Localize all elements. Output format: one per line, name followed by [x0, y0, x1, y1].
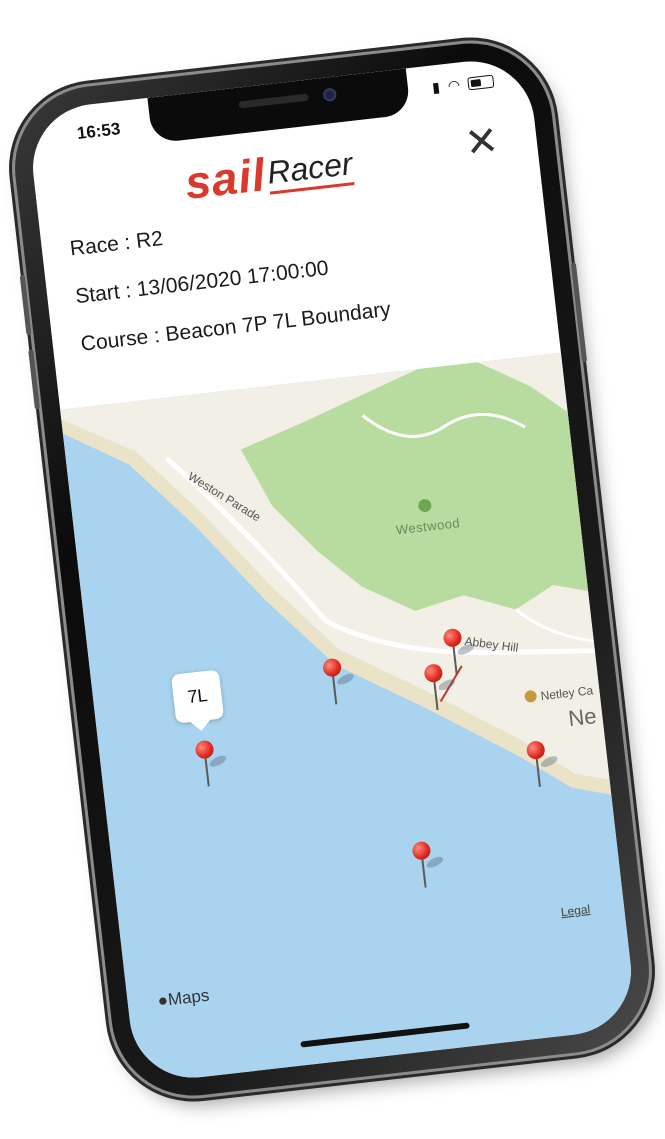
volume-up-button: [19, 274, 32, 336]
screen: 16:53 ▮ ◠ ✕ sail Racer Race : R2 Start :…: [26, 54, 638, 1085]
battery-icon: [467, 74, 495, 91]
status-icons: ▮ ◠: [431, 73, 495, 97]
race-name: Race : R2: [68, 227, 165, 261]
status-time: 16:53: [75, 119, 122, 144]
volume-down-button: [28, 349, 40, 410]
signal-icon: ▮: [431, 78, 441, 96]
race-info: Race : R2 Start : 13/06/2020 17:00:00 Co…: [69, 202, 395, 380]
race-course: Course : Beacon 7P 7L Boundary: [79, 297, 392, 356]
camera-icon: [322, 87, 337, 102]
course-map[interactable]: Weston Parade Westwood Abbey Hill Netley…: [60, 352, 638, 1085]
sailracer-logo: sail Racer: [182, 137, 355, 210]
logo-racer-text: Racer: [265, 145, 355, 195]
close-button[interactable]: ✕: [463, 119, 501, 167]
notch: [147, 68, 411, 144]
race-start: Start : 13/06/2020 17:00:00: [74, 256, 330, 309]
map-label-ne: Ne: [566, 703, 598, 732]
mark-callout-7l[interactable]: 7L: [170, 669, 225, 724]
map-geography: [60, 352, 612, 795]
power-button: [570, 262, 588, 363]
speaker: [238, 93, 309, 109]
wifi-icon: ◠: [446, 76, 461, 94]
phone-frame: 16:53 ▮ ◠ ✕ sail Racer Race : R2 Start :…: [6, 34, 658, 1105]
logo-sail-text: sail: [182, 148, 269, 209]
